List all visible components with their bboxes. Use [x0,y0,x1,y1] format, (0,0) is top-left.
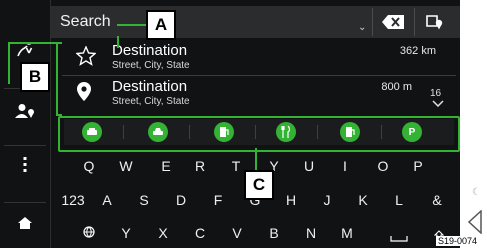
results-bracket [56,42,62,116]
star-icon [76,46,96,66]
user-pin-button[interactable] [0,96,50,126]
key[interactable]: N [300,225,322,241]
key[interactable]: Q [78,158,100,174]
key[interactable]: U [298,158,320,174]
key[interactable]: M [336,225,358,241]
callout-c: C [244,170,274,200]
space-icon [390,236,408,242]
key[interactable]: Y [115,225,137,241]
key[interactable]: O [372,158,394,174]
globe-icon [83,226,95,238]
key[interactable]: H [280,192,302,208]
category-highlight [58,116,460,152]
key[interactable]: K [352,192,374,208]
chevron-down-icon: ⌄ [358,22,367,33]
search-label[interactable]: Search [60,13,111,31]
callout-b: B [20,62,50,92]
key[interactable]: J [316,192,338,208]
key[interactable]: I [334,158,356,174]
home-icon [18,217,32,229]
key[interactable]: V [226,225,248,241]
callout-a: A [146,10,176,40]
key[interactable]: L [388,192,410,208]
key[interactable]: F [207,192,229,208]
key[interactable]: W [115,158,137,174]
key[interactable]: D [170,192,192,208]
result-distance: 800 m [381,81,412,93]
home-button[interactable] [0,210,50,236]
result-address: Street, City, State [112,96,190,107]
key[interactable]: E [155,158,177,174]
callout-a-line [117,36,119,48]
location-pin-icon [77,82,91,101]
result-address: Street, City, State [112,60,190,71]
key[interactable]: P [407,158,429,174]
result-count: 16 [430,88,442,99]
result-title: Destination [112,42,188,59]
key[interactable]: R [189,158,211,174]
user-location-icon [15,104,34,118]
key[interactable]: & [426,192,448,208]
result-distance: 362 km [399,45,436,57]
space-key[interactable] [388,229,410,245]
key[interactable]: S [133,192,155,208]
map-pin-button[interactable] [414,8,455,36]
result-title: Destination [112,78,188,95]
result-row[interactable]: Destination Street, City, State 362 km [62,42,456,76]
chevron-down-icon[interactable] [432,100,444,107]
result-row[interactable]: Destination Street, City, State 800 m [62,78,456,112]
figure-reference: S19-0074 [436,236,480,246]
key[interactable]: B [263,225,285,241]
language-key[interactable] [78,225,100,241]
more-options-button[interactable] [0,150,50,180]
clear-text-button[interactable] [372,8,413,36]
backspace-icon [382,15,404,29]
back-arrow-icon[interactable] [468,210,482,234]
route-pin-icon [17,42,33,57]
key-numbers[interactable]: 123 [58,192,88,208]
callout-a-line [117,24,147,26]
night-mode-icon: ☾ [472,187,481,198]
callout-b-line [8,42,10,84]
key[interactable]: A [96,192,118,208]
more-vertical-icon [23,157,27,172]
map-location-icon [426,15,443,30]
callout-b-line [8,42,58,44]
sidebar [0,0,51,248]
key[interactable]: C [189,225,211,241]
key[interactable]: X [152,225,174,241]
